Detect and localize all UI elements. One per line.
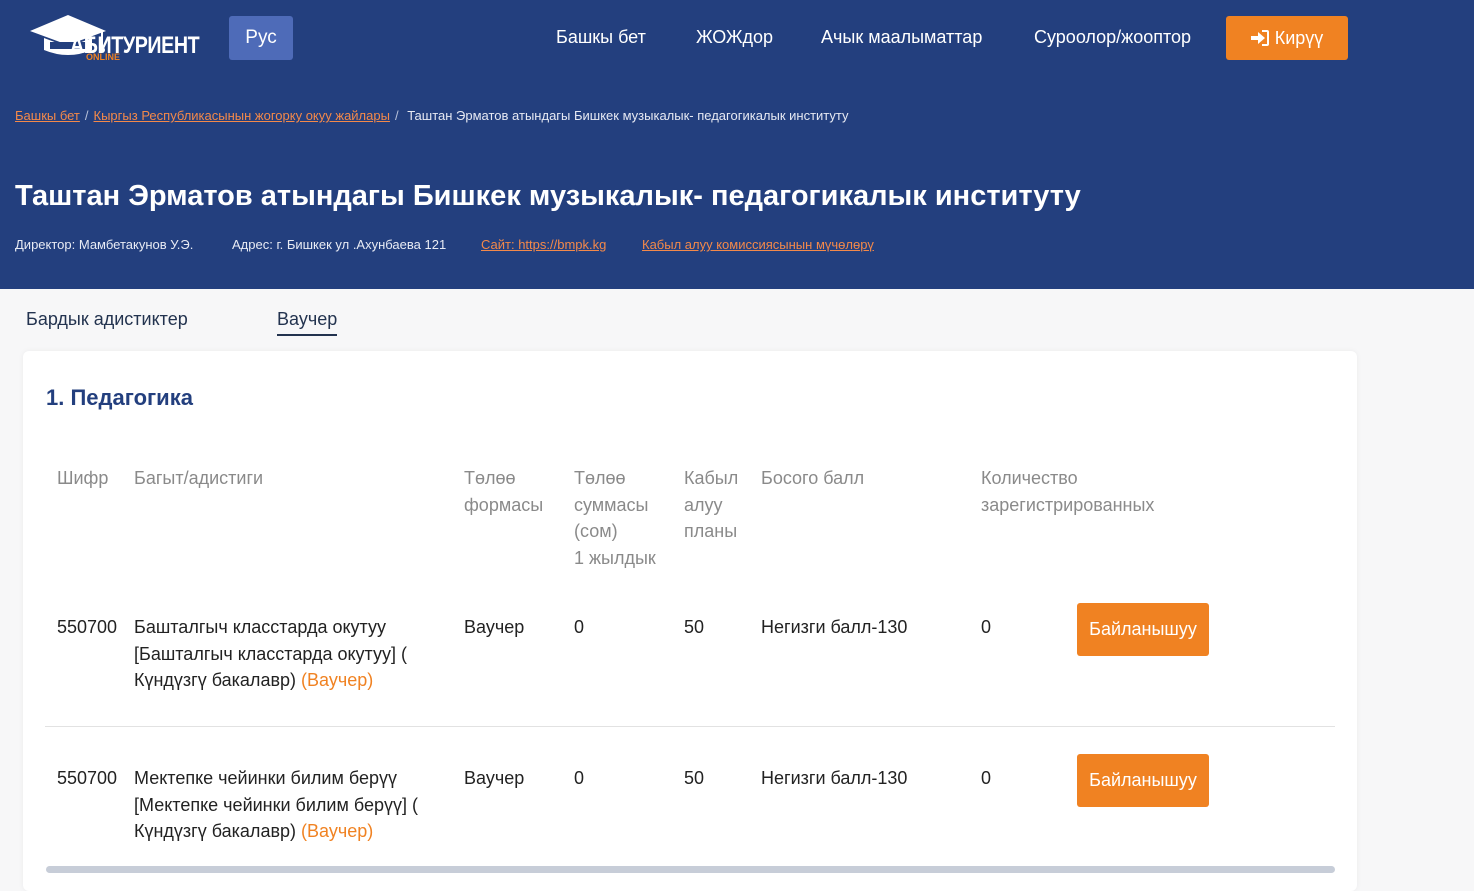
column-header-program: Багыт/адистиги: [134, 468, 264, 488]
row-2-payment-form: Ваучер: [464, 768, 525, 788]
site-logo[interactable]: АБИТУРИЕНТ ONLINE: [30, 14, 205, 64]
column-header-payment-amount: Төлөө суммасы (сом) 1 жылдык: [574, 465, 666, 571]
director-info: Директор: Мамбетакунов У.Э.: [15, 237, 194, 252]
row-2-contact-button[interactable]: Байланышуу: [1077, 754, 1209, 807]
row-2-voucher-tag: (Ваучер): [301, 821, 374, 841]
row-2-program: Мектепке чейинки билим берүү [Мектепке ч…: [134, 765, 434, 845]
row-1-program-line1: Башталгыч класстарда окутуу: [134, 617, 386, 637]
row-2-program-line1: Мектепке чейинки билим берүү: [134, 768, 397, 788]
column-header-registered: Количество зарегистрированных: [981, 468, 1155, 515]
horizontal-scrollbar[interactable]: [46, 866, 1335, 873]
row-1-program: Башталгыч класстарда окутуу [Башталгыч к…: [134, 614, 434, 694]
column-header-payment-form: Төлөө формасы: [464, 468, 544, 515]
row-2-program-line2: [Мектепке чейинки билим берүү] (: [134, 794, 418, 815]
column-header-threshold: Босого балл: [761, 468, 865, 488]
row-2-payment-amount: 0: [574, 768, 585, 788]
tab-all-programs[interactable]: Бардык адистиктер: [26, 309, 188, 334]
row-divider: [45, 726, 1335, 727]
row-1-contact-button[interactable]: Байланышуу: [1077, 603, 1209, 656]
row-1-voucher-tag: (Ваучер): [301, 670, 374, 690]
row-1-program-line3: Күндүзгү бакалавр): [134, 670, 297, 690]
row-2-registered: 0: [981, 768, 992, 788]
row-1-registered: 0: [981, 617, 992, 637]
nav-open-data[interactable]: Ачык маалыматтар: [821, 27, 982, 48]
tab-voucher[interactable]: Ваучер: [277, 309, 338, 336]
breadcrumb-home[interactable]: Башкы бет: [15, 108, 80, 123]
logo-subtext: ONLINE: [86, 52, 121, 62]
language-button[interactable]: Рус: [229, 16, 293, 60]
nav-home[interactable]: Башкы бет: [556, 27, 646, 48]
row-1-code: 550700: [57, 617, 118, 637]
column-header-code: Шифр: [57, 468, 109, 488]
section-title: 1. Педагогика: [46, 385, 193, 410]
breadcrumb-current: Таштан Эрматов атындагы Бишкек музыкалык…: [407, 108, 849, 123]
payment-amount-label: Төлөө суммасы (сом): [574, 468, 649, 541]
row-1-threshold: Негизги балл-130: [761, 617, 908, 637]
breadcrumb: Башкы бет / Кыргыз Республикасынын жогорку…: [15, 108, 849, 123]
row-1-plan: 50: [684, 617, 705, 637]
row-1-payment-form: Ваучер: [464, 617, 525, 637]
nav-universities[interactable]: ЖОЖдор: [696, 27, 773, 48]
row-2-plan: 50: [684, 768, 705, 788]
login-label: Кирүү: [1274, 27, 1324, 48]
row-1-payment-amount: 0: [574, 617, 585, 637]
sign-in-icon: [1250, 30, 1269, 46]
row-1-program-line2: [Башталгыч класстарда окутуу] (: [134, 643, 407, 664]
site-link[interactable]: Сайт: https://bmpk.kg: [481, 237, 606, 252]
nav-faq[interactable]: Суроолор/жооптор: [1034, 27, 1191, 48]
commission-link[interactable]: Кабыл алуу комиссиясынын мүчөлөрү: [642, 237, 874, 252]
address-info: Адрес: г. Бишкек ул .Ахунбаева 121: [232, 237, 447, 252]
page-title: Таштан Эрматов атындагы Бишкек музыкалык…: [15, 180, 1081, 212]
breadcrumb-universities[interactable]: Кыргыз Республикасынын жогорку окуу жайл…: [94, 108, 390, 123]
payment-period-label: 1 жылдык: [574, 547, 656, 568]
row-2-program-line3: Күндүзгү бакалавр): [134, 821, 297, 841]
login-button[interactable]: Кирүү: [1226, 16, 1348, 60]
row-2-threshold: Негизги балл-130: [761, 768, 908, 788]
column-header-plan: Кабыл алуу планы: [684, 468, 739, 541]
row-2-code: 550700: [57, 768, 118, 788]
